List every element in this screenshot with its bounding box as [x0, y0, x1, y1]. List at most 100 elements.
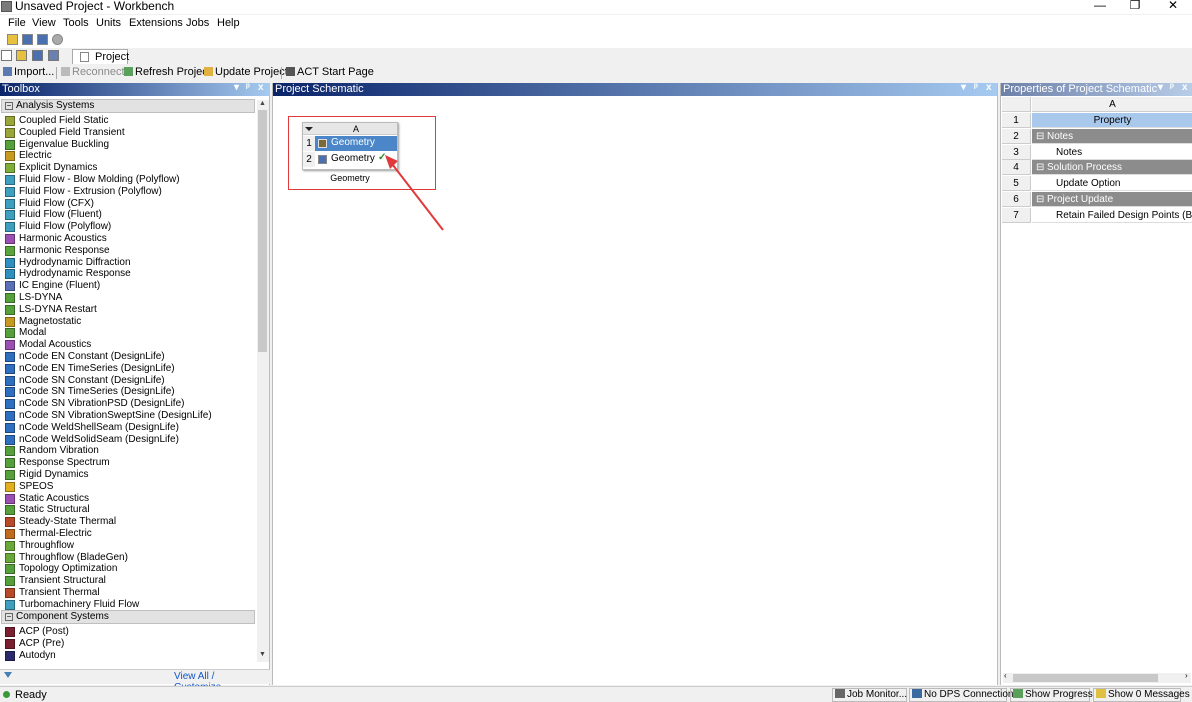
- system-type-icon: [5, 175, 15, 185]
- menu-jobs[interactable]: Jobs: [186, 17, 209, 29]
- filter-icon[interactable]: [4, 672, 12, 678]
- property-row-number: 7: [1002, 207, 1031, 223]
- close-icon[interactable]: x: [1182, 82, 1188, 93]
- collapse-icon: −: [5, 612, 13, 621]
- update-project-button[interactable]: Update Project: [204, 66, 288, 78]
- tab-project[interactable]: Project: [72, 49, 129, 64]
- component-systems-section[interactable]: − Component Systems: [1, 610, 255, 624]
- system-type-icon: [5, 198, 15, 209]
- system-type-icon: [5, 517, 15, 528]
- menu-view[interactable]: View: [32, 17, 56, 29]
- system-cell-geometry-title[interactable]: Geometry: [315, 136, 397, 151]
- toolbox-title: Toolbox: [2, 83, 40, 95]
- open-project-icon[interactable]: [16, 50, 27, 61]
- pin-icon[interactable]: ᵖ: [246, 82, 250, 93]
- save-as-project-icon[interactable]: [48, 50, 59, 61]
- system-type-icon: [5, 470, 15, 480]
- monitor-icon: [912, 689, 922, 698]
- scroll-thumb[interactable]: [1013, 674, 1158, 682]
- menu-units[interactable]: Units: [96, 17, 121, 29]
- properties-hscrollbar[interactable]: ‹ ›: [1003, 671, 1191, 683]
- window-title: Unsaved Project - Workbench: [15, 0, 175, 13]
- system-type-icon: [5, 139, 15, 150]
- scroll-up-icon[interactable]: ▲: [259, 100, 266, 107]
- save-icon[interactable]: [22, 34, 33, 45]
- toolbox-header: Toolbox ▾ ᵖ x: [0, 82, 270, 96]
- scroll-thumb[interactable]: [258, 110, 267, 352]
- property-group-row[interactable]: ⊟ Project Update: [1032, 192, 1192, 207]
- properties-header: Properties of Project Schematic ▾ ᵖ x: [1001, 82, 1192, 96]
- system-type-icon: [5, 552, 15, 563]
- close-window-button[interactable]: ✕: [1158, 0, 1188, 12]
- close-icon[interactable]: x: [258, 82, 264, 93]
- status-text: Ready: [15, 689, 47, 701]
- pin-icon[interactable]: ᵖ: [974, 82, 978, 93]
- reconnect-button[interactable]: Reconnect: [61, 66, 125, 78]
- menu-file[interactable]: File: [8, 17, 26, 29]
- toolbox-panel: Toolbox ▾ ᵖ x − Analysis Systems − Compo…: [0, 82, 270, 693]
- system-type-icon: [5, 411, 15, 421]
- dps-connection-button[interactable]: No DPS Connection: [909, 688, 1014, 702]
- system-type-icon: [5, 399, 15, 410]
- property-row[interactable]: Property: [1032, 113, 1192, 128]
- property-row[interactable]: Notes: [1032, 145, 1192, 160]
- property-row-number: 2: [1002, 128, 1031, 144]
- refresh-icon: [124, 67, 133, 76]
- minimize-button[interactable]: —: [1085, 0, 1115, 12]
- system-type-icon: [5, 116, 15, 126]
- menu-tools[interactable]: Tools: [63, 17, 89, 29]
- property-row[interactable]: Update Option: [1032, 176, 1192, 192]
- pin-icon[interactable]: ᵖ: [1170, 82, 1174, 93]
- save-project-icon[interactable]: [32, 50, 43, 61]
- geometry-icon: [318, 139, 327, 148]
- messages-icon: [1096, 689, 1106, 698]
- property-row-number: 1: [1002, 113, 1031, 128]
- workbench-app-icon: [1, 1, 12, 12]
- panel-menu-icon[interactable]: ▾: [961, 82, 966, 93]
- property-row[interactable]: Retain Failed Design Points (Beta): [1032, 208, 1192, 223]
- act-start-page-button[interactable]: ACT Start Page: [286, 66, 374, 78]
- restore-button[interactable]: ❐: [1120, 0, 1150, 12]
- new-project-icon[interactable]: [1, 50, 12, 61]
- property-group-row[interactable]: ⊟ Solution Process: [1032, 160, 1192, 176]
- component-icon: [5, 650, 15, 661]
- save-as-icon[interactable]: [37, 34, 48, 45]
- archive-icon[interactable]: [52, 34, 63, 45]
- property-column-header: A: [1032, 97, 1192, 112]
- property-group-row[interactable]: ⊟ Notes: [1032, 128, 1192, 144]
- show-messages-button[interactable]: Show 0 Messages: [1093, 688, 1190, 702]
- menu-extensions[interactable]: Extensions: [129, 17, 183, 29]
- close-icon[interactable]: x: [986, 82, 992, 93]
- toolbox-scrollbar[interactable]: ▲ ▼: [257, 100, 269, 662]
- scroll-left-icon[interactable]: ‹: [1004, 671, 1007, 680]
- tab-row: Project: [0, 48, 1192, 65]
- scroll-right-icon[interactable]: ›: [1185, 671, 1188, 680]
- collapse-icon[interactable]: ⊟: [1036, 160, 1044, 175]
- system-type-icon: [5, 245, 15, 256]
- panel-menu-icon[interactable]: ▾: [234, 82, 239, 93]
- toolbar-separator: [281, 67, 282, 79]
- open-folder-icon[interactable]: [7, 34, 18, 45]
- import-button[interactable]: Import...: [3, 66, 54, 78]
- collapse-icon: −: [5, 101, 13, 110]
- menu-help[interactable]: Help: [217, 17, 240, 29]
- system-type-icon: [5, 588, 15, 598]
- panel-menu-icon[interactable]: ▾: [1158, 82, 1163, 93]
- component-icon: [5, 627, 15, 637]
- system-type-icon: [5, 387, 15, 398]
- job-monitor-button[interactable]: Job Monitor...: [832, 688, 907, 702]
- collapse-icon[interactable]: ⊟: [1036, 192, 1044, 207]
- system-dropdown-icon[interactable]: [303, 123, 315, 135]
- refresh-project-button[interactable]: Refresh Project: [124, 66, 211, 78]
- scroll-down-icon[interactable]: ▼: [259, 651, 266, 658]
- system-type-icon: [5, 293, 15, 303]
- project-schematic-panel: Project Schematic ▾ ᵖ x A 1 Geometry 2 G…: [272, 82, 998, 685]
- collapse-icon[interactable]: ⊟: [1036, 129, 1044, 144]
- schematic-header: Project Schematic ▾ ᵖ x: [273, 82, 997, 96]
- system-type-icon: [5, 340, 15, 351]
- show-progress-button[interactable]: Show Progress: [1010, 688, 1093, 702]
- system-type-icon: [5, 151, 15, 162]
- properties-title: Properties of Project Schematic: [1003, 83, 1158, 95]
- analysis-systems-section[interactable]: − Analysis Systems: [1, 99, 255, 113]
- progress-icon: [1013, 689, 1023, 698]
